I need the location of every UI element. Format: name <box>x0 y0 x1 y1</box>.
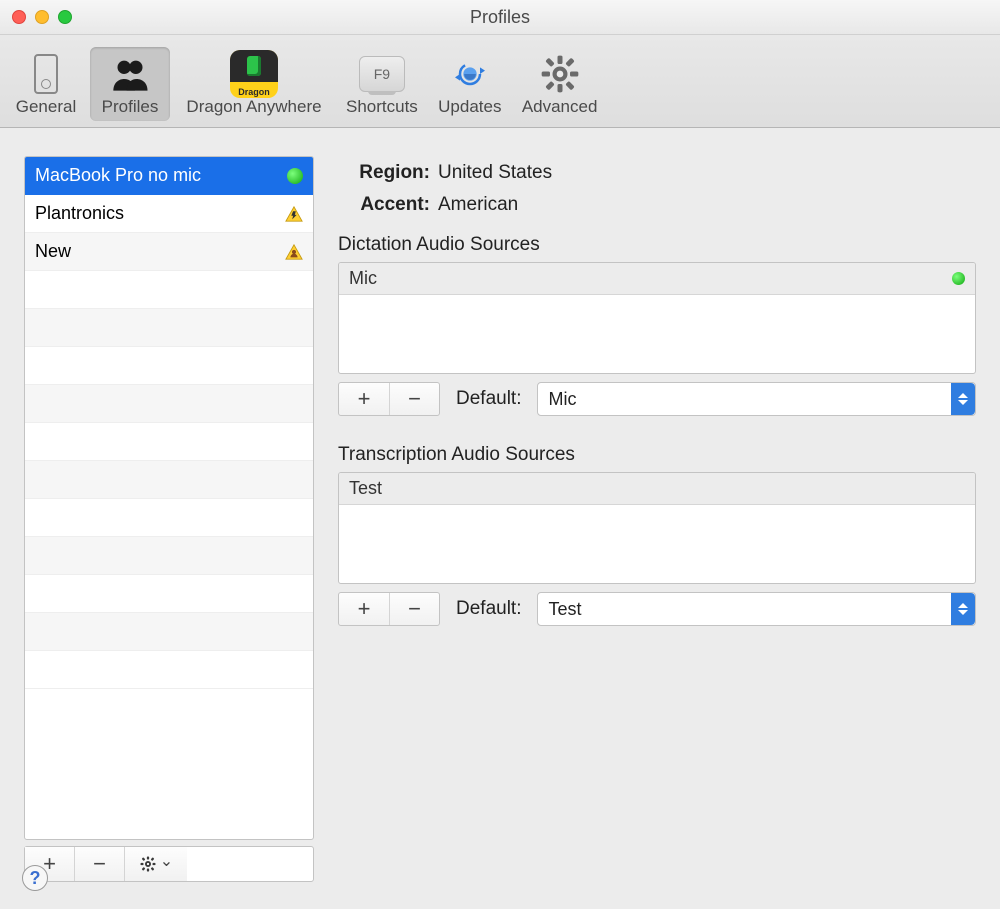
profile-row-empty <box>25 575 313 613</box>
select-stepper-icon <box>951 383 975 415</box>
profile-list-toolbar: + − ⌄ <box>24 846 314 882</box>
titlebar: Profiles <box>0 0 1000 35</box>
source-name: Test <box>349 478 965 499</box>
dictation-default-select[interactable]: Mic <box>537 382 976 416</box>
transcription-section-title: Transcription Audio Sources <box>338 444 976 466</box>
minus-icon: − <box>408 386 421 412</box>
dictation-sources-list[interactable]: Mic <box>338 262 976 374</box>
select-stepper-icon <box>951 593 975 625</box>
profile-actions-menu[interactable]: ⌄ <box>125 847 187 881</box>
add-dictation-source-button[interactable]: + <box>339 383 389 415</box>
profile-name: MacBook Pro no mic <box>35 165 281 186</box>
dragon-anywhere-icon: Dragon <box>182 53 326 95</box>
close-window-button[interactable] <box>12 10 26 24</box>
transcription-default-select[interactable]: Test <box>537 592 976 626</box>
select-value: Mic <box>548 389 576 410</box>
chevron-down-icon: ⌄ <box>160 851 173 871</box>
select-value: Test <box>548 599 581 620</box>
updates-globe-icon <box>438 53 502 95</box>
help-icon: ? <box>30 868 41 889</box>
tab-label: Shortcuts <box>346 97 418 117</box>
profile-row-empty <box>25 651 313 689</box>
transcription-add-remove: + − <box>338 592 440 626</box>
tab-profiles[interactable]: Profiles <box>90 47 170 121</box>
profile-row-empty <box>25 347 313 385</box>
dictation-add-remove: + − <box>338 382 440 416</box>
minimize-window-button[interactable] <box>35 10 49 24</box>
device-icon <box>14 53 78 95</box>
accent-value: American <box>438 194 518 216</box>
zoom-window-button[interactable] <box>58 10 72 24</box>
status-active-icon <box>287 168 303 184</box>
profile-row[interactable]: New <box>25 233 313 271</box>
tab-general[interactable]: General <box>6 47 86 121</box>
source-name: Mic <box>349 268 946 289</box>
profile-row-empty <box>25 309 313 347</box>
profile-row-empty <box>25 499 313 537</box>
minus-icon: − <box>93 851 106 877</box>
transcription-controls: + − Default: Test <box>338 592 976 626</box>
dictation-controls: + − Default: Mic <box>338 382 976 416</box>
preferences-toolbar: General Profiles Dragon Dragon Anywhere … <box>0 35 1000 128</box>
status-active-icon <box>952 272 965 285</box>
content-area: MacBook Pro no mic Plantronics New <box>0 128 1000 902</box>
tab-label: Profiles <box>98 97 162 117</box>
gear-icon <box>139 855 157 873</box>
remove-profile-button[interactable]: − <box>75 847 125 881</box>
plus-icon: + <box>358 386 371 412</box>
dictation-default-label: Default: <box>456 388 521 410</box>
keyboard-key-icon: F9 <box>346 53 418 95</box>
tab-label: Advanced <box>522 97 598 117</box>
remove-dictation-source-button[interactable]: − <box>389 383 439 415</box>
profile-row-empty <box>25 461 313 499</box>
tab-label: Updates <box>438 97 502 117</box>
profile-row-empty <box>25 613 313 651</box>
accent-row: Accent: American <box>338 194 976 216</box>
profile-row-empty <box>25 385 313 423</box>
gear-icon <box>522 53 598 95</box>
profile-row-empty <box>25 537 313 575</box>
region-value: United States <box>438 162 552 184</box>
list-item[interactable]: Test <box>339 473 975 505</box>
window-controls <box>12 10 72 24</box>
list-item[interactable]: Mic <box>339 263 975 295</box>
region-label: Region: <box>338 162 430 184</box>
remove-transcription-source-button[interactable]: − <box>389 593 439 625</box>
transcription-default-label: Default: <box>456 598 521 620</box>
tab-label: Dragon Anywhere <box>182 97 326 117</box>
profile-row-empty <box>25 271 313 309</box>
help-button[interactable]: ? <box>22 865 48 891</box>
profile-row[interactable]: Plantronics <box>25 195 313 233</box>
warning-user-icon <box>285 243 303 261</box>
profile-detail-panel: Region: United States Accent: American D… <box>338 156 976 882</box>
profile-list[interactable]: MacBook Pro no mic Plantronics New <box>24 156 314 840</box>
plus-icon: + <box>358 596 371 622</box>
profile-name: New <box>35 241 285 262</box>
people-silhouette-icon <box>98 53 162 95</box>
accent-label: Accent: <box>338 194 430 216</box>
transcription-sources-list[interactable]: Test <box>338 472 976 584</box>
tab-label: General <box>14 97 78 117</box>
tab-shortcuts[interactable]: F9 Shortcuts <box>338 47 426 121</box>
profile-name: Plantronics <box>35 203 285 224</box>
minus-icon: − <box>408 596 421 622</box>
warning-power-icon <box>285 205 303 223</box>
tab-updates[interactable]: Updates <box>430 47 510 121</box>
region-row: Region: United States <box>338 162 976 184</box>
profile-list-panel: MacBook Pro no mic Plantronics New <box>24 156 314 882</box>
tab-advanced[interactable]: Advanced <box>514 47 606 121</box>
add-transcription-source-button[interactable]: + <box>339 593 389 625</box>
profile-row-empty <box>25 423 313 461</box>
tab-dragon-anywhere[interactable]: Dragon Dragon Anywhere <box>174 47 334 121</box>
profile-row[interactable]: MacBook Pro no mic <box>25 157 313 195</box>
dictation-section-title: Dictation Audio Sources <box>338 234 976 256</box>
window-title: Profiles <box>470 7 530 28</box>
